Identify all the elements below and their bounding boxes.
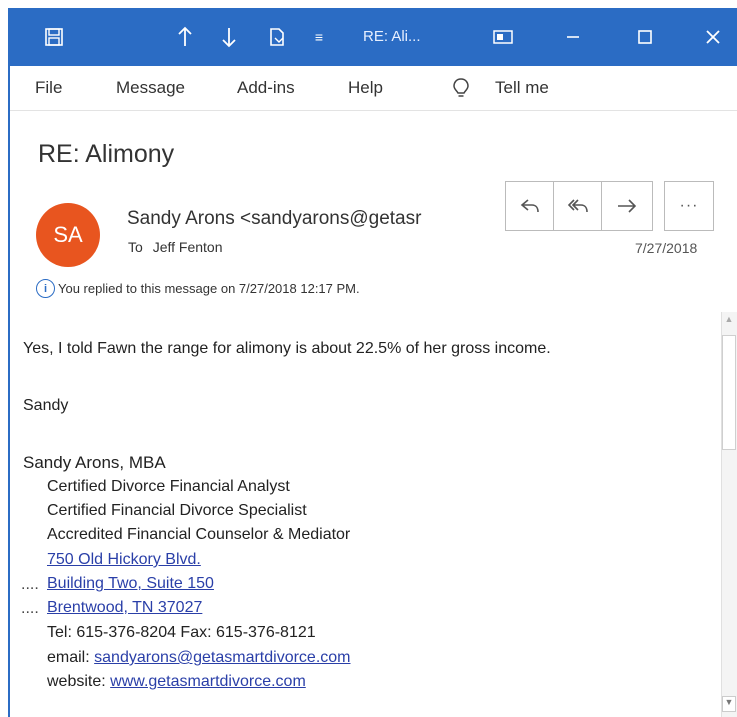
forward-button[interactable]	[601, 181, 653, 231]
reply-all-icon	[567, 199, 588, 213]
window-title: RE: Ali...	[363, 28, 421, 45]
maximize-icon[interactable]	[630, 8, 660, 66]
body-line-2: Sandy	[23, 397, 69, 414]
forward-icon	[618, 199, 637, 213]
ribbon-menu: File Message Add-ins Help Tell me	[10, 66, 737, 111]
reply-all-button[interactable]	[553, 181, 603, 231]
signature-title-2: Certified Financial Divorce Specialist	[47, 502, 307, 519]
title-bar: ≡ RE: Ali...	[8, 8, 737, 66]
signature-title-1: Certified Divorce Financial Analyst	[47, 478, 290, 495]
scroll-up-icon[interactable]: ▲	[722, 314, 736, 330]
dots-1: ....	[21, 576, 39, 593]
body-line-1: Yes, I told Fawn the range for alimony i…	[23, 340, 551, 357]
minimize-icon[interactable]	[558, 8, 588, 66]
address-link-3[interactable]: Brentwood, TN 37027	[47, 599, 202, 617]
more-icon: ···	[679, 197, 699, 214]
signature-email-line: email: sandyarons@getasmartdivorce.com	[47, 649, 351, 667]
website-label: website:	[47, 673, 106, 690]
recipient-line: To Jeff Fenton	[128, 239, 222, 255]
sender-name[interactable]: Sandy Arons <sandyarons@getasr	[127, 208, 421, 230]
reply-button[interactable]	[505, 181, 555, 231]
save-icon[interactable]	[36, 8, 72, 66]
info-bar: i You replied to this message on 7/27/20…	[36, 279, 360, 298]
reply-icon	[520, 199, 539, 213]
arrow-down-icon[interactable]	[214, 8, 244, 66]
close-icon[interactable]	[698, 8, 728, 66]
signature-phone: Tel: 615-376-8204 Fax: 615-376-8121	[47, 624, 316, 641]
address-link-2[interactable]: Building Two, Suite 150	[47, 575, 214, 593]
message-subject: RE: Alimony	[38, 140, 175, 168]
arrow-up-icon[interactable]	[170, 8, 200, 66]
website-link[interactable]: www.getasmartdivorce.com	[110, 673, 306, 690]
lightbulb-icon[interactable]	[452, 77, 470, 104]
menu-add-ins[interactable]: Add-ins	[237, 78, 295, 98]
reading-pane-icon[interactable]	[488, 8, 518, 66]
email-link[interactable]: sandyarons@getasmartdivorce.com	[94, 649, 350, 666]
to-label: To	[128, 239, 143, 255]
signature-name: Sandy Arons, MBA	[23, 453, 166, 472]
scroll-down-icon[interactable]: ▼	[722, 696, 736, 712]
dots-2: ....	[21, 600, 39, 617]
signature-title-3: Accredited Financial Counselor & Mediato…	[47, 526, 351, 543]
clipboard-icon[interactable]	[262, 8, 292, 66]
signature-website-line: website: www.getasmartdivorce.com	[47, 673, 306, 691]
menu-message[interactable]: Message	[116, 78, 185, 98]
address-link-1[interactable]: 750 Old Hickory Blvd.	[47, 551, 201, 569]
window-border	[8, 66, 10, 717]
menu-file[interactable]: File	[35, 78, 62, 98]
menu-help[interactable]: Help	[348, 78, 383, 98]
tell-me-search[interactable]: Tell me	[495, 78, 549, 98]
message-date: 7/27/2018	[635, 240, 698, 256]
info-icon: i	[36, 279, 55, 298]
info-text: You replied to this message on 7/27/2018…	[58, 281, 360, 296]
avatar[interactable]: SA	[36, 203, 100, 267]
email-label: email:	[47, 649, 90, 666]
recipient-name[interactable]: Jeff Fenton	[153, 239, 223, 255]
scrollbar-thumb[interactable]	[722, 335, 736, 450]
more-actions-button[interactable]: ···	[664, 181, 714, 231]
customize-icon[interactable]: ≡	[308, 8, 330, 66]
